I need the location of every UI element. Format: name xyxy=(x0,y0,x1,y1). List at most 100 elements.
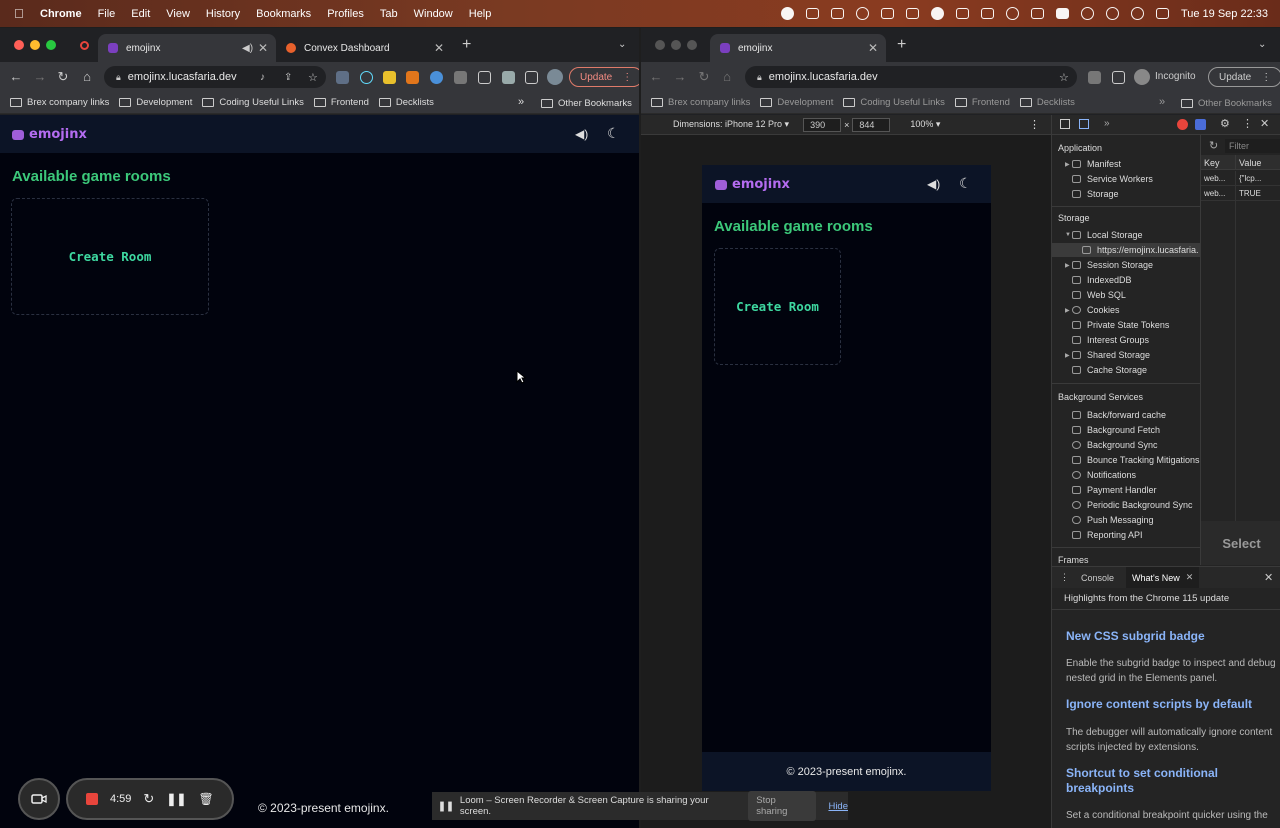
tree-cookies[interactable]: Cookies xyxy=(1072,305,1120,315)
close-tab-icon[interactable]: ✕ xyxy=(434,41,444,55)
table-row[interactable]: web... {"lcp... xyxy=(1201,171,1280,186)
grammarly-icon[interactable] xyxy=(780,7,794,20)
back-icon[interactable]: ← xyxy=(5,69,27,84)
stop-sharing-button[interactable]: Stop sharing xyxy=(748,791,817,821)
reload-icon[interactable]: ↻ xyxy=(693,69,715,85)
tray-calendar-icon[interactable] xyxy=(830,8,844,19)
zoom-window-button[interactable] xyxy=(687,40,697,50)
device-dropdown[interactable]: Dimensions: iPhone 12 Pro ▾ xyxy=(673,119,789,130)
tray-app-icon[interactable] xyxy=(805,8,819,19)
play-icon[interactable] xyxy=(1080,7,1094,20)
tab-search-chevron-icon[interactable]: ⌄ xyxy=(618,39,626,50)
col-value[interactable]: Value xyxy=(1239,158,1261,168)
tree-storage[interactable]: Storage xyxy=(1072,189,1119,199)
bookmark-star-icon[interactable]: ☆ xyxy=(1059,71,1069,84)
lock-icon[interactable]: 🔒︎ xyxy=(116,72,121,83)
bookmark-coding[interactable]: Coding Useful Links xyxy=(202,97,304,108)
tab-whats-new[interactable]: What's New ✕ xyxy=(1126,567,1200,588)
sidepanel-icon[interactable] xyxy=(1112,71,1125,84)
forward-icon[interactable]: → xyxy=(29,69,51,84)
news-title[interactable]: Ignore content scripts by default xyxy=(1066,697,1280,711)
tree-service-workers[interactable]: Service Workers xyxy=(1072,174,1153,184)
control-center-icon[interactable] xyxy=(1155,8,1169,19)
tree-shared-storage[interactable]: Shared Storage xyxy=(1072,350,1150,360)
theme-moon-icon[interactable]: ☾ xyxy=(607,125,620,142)
bookmark-development[interactable]: Development xyxy=(760,97,833,108)
audio-playing-icon[interactable]: ◀) xyxy=(242,43,253,54)
tree-push-messaging[interactable]: Push Messaging xyxy=(1072,515,1154,525)
more-menu-icon[interactable]: ⋮ xyxy=(622,72,632,83)
headphones-icon[interactable] xyxy=(1005,7,1019,20)
menu-history[interactable]: History xyxy=(206,8,240,20)
trash-icon[interactable]: 🗑︎ xyxy=(198,792,213,806)
home-icon[interactable]: ⌂ xyxy=(76,69,98,84)
extension-screen-icon[interactable] xyxy=(336,71,349,84)
issues-badge-icon[interactable] xyxy=(1195,119,1206,130)
tree-bfcache[interactable]: Back/forward cache xyxy=(1072,410,1166,420)
tree-manifest[interactable]: Manifest xyxy=(1072,159,1121,169)
tree-session-storage[interactable]: Session Storage xyxy=(1072,260,1153,270)
drawer-menu-icon[interactable]: ⋮ xyxy=(1060,572,1069,583)
tree-background-sync[interactable]: Background Sync xyxy=(1072,440,1158,450)
device-toolbar-icon[interactable] xyxy=(1079,119,1089,129)
tab-console[interactable]: Console xyxy=(1081,573,1114,583)
menubar-clock[interactable]: Tue 19 Sep 22:33 xyxy=(1181,8,1268,20)
tree-local-storage[interactable]: Local Storage xyxy=(1072,230,1143,240)
menu-file[interactable]: File xyxy=(98,8,116,20)
keyboard-icon[interactable] xyxy=(980,8,994,19)
sound-toggle-icon[interactable]: ◀) xyxy=(575,127,588,141)
screen-icon[interactable] xyxy=(1030,8,1044,19)
extensions-puzzle-icon[interactable] xyxy=(1088,71,1101,84)
eyedropper-icon[interactable] xyxy=(478,71,491,84)
table-row[interactable]: web... TRUE xyxy=(1201,186,1280,201)
tree-websql[interactable]: Web SQL xyxy=(1072,290,1126,300)
close-window-button[interactable] xyxy=(14,40,24,50)
tab-emojinx[interactable]: emojinx ✕ xyxy=(710,34,886,62)
battery-icon[interactable] xyxy=(1055,8,1069,19)
close-window-button[interactable] xyxy=(655,40,665,50)
incognito-icon[interactable] xyxy=(1134,69,1150,85)
reload-icon[interactable]: ↻ xyxy=(52,69,74,85)
bolt-icon[interactable] xyxy=(880,8,894,19)
extensions-puzzle-icon[interactable] xyxy=(502,71,515,84)
sidepanel-icon[interactable] xyxy=(525,71,538,84)
emulation-more-icon[interactable]: ⋮ xyxy=(1029,118,1040,131)
close-tab-icon[interactable]: ✕ xyxy=(868,41,878,55)
create-room-button[interactable]: Create Room xyxy=(11,198,209,315)
new-tab-icon[interactable]: + xyxy=(897,36,906,54)
tab-emojinx[interactable]: emojinx ◀) ✕ xyxy=(98,34,276,62)
incognito-label[interactable]: Incognito xyxy=(1155,71,1196,82)
filter-input[interactable]: Filter xyxy=(1225,139,1280,153)
tree-payment-handler[interactable]: Payment Handler xyxy=(1072,485,1157,495)
device-height-input[interactable]: 844 xyxy=(852,117,891,132)
minimize-window-button[interactable] xyxy=(30,40,40,50)
extension-window-icon[interactable] xyxy=(454,71,467,84)
news-title[interactable]: Shortcut to set conditional breakpoints xyxy=(1066,766,1256,796)
bookmark-decklists[interactable]: Decklists xyxy=(1019,97,1075,108)
bookmark-frontend[interactable]: Frontend xyxy=(954,97,1010,108)
apple-icon[interactable]:  xyxy=(14,6,28,21)
bluetooth-icon[interactable] xyxy=(955,8,969,19)
menu-help[interactable]: Help xyxy=(469,8,492,20)
zoom-dropdown[interactable]: 100% ▾ xyxy=(910,119,940,130)
menu-profiles[interactable]: Profiles xyxy=(327,8,364,20)
pause-share-icon[interactable]: ❚❚ xyxy=(438,801,454,812)
emojinx-logo[interactable]: emojinx xyxy=(12,127,87,142)
profile-avatar[interactable] xyxy=(547,69,563,85)
tree-indexeddb[interactable]: IndexedDB xyxy=(1072,275,1132,285)
bookmark-brex[interactable]: Brex company links xyxy=(651,97,750,108)
create-room-button[interactable]: Create Room xyxy=(714,248,841,365)
search-icon[interactable] xyxy=(1130,7,1144,20)
new-tab-icon[interactable]: + xyxy=(462,36,471,54)
bookmark-decklists[interactable]: Decklists xyxy=(378,97,434,108)
update-button[interactable]: Update ⋮ xyxy=(569,67,639,87)
menu-edit[interactable]: Edit xyxy=(131,8,150,20)
expand-triangle-icon[interactable]: ▶ xyxy=(1065,352,1070,359)
zoom-window-button[interactable] xyxy=(46,40,56,50)
menu-window[interactable]: Window xyxy=(414,8,453,20)
menu-app[interactable]: Chrome xyxy=(40,8,82,20)
minimize-window-button[interactable] xyxy=(671,40,681,50)
lock-icon[interactable]: 🔒︎ xyxy=(757,72,762,83)
restart-icon[interactable]: ↻ xyxy=(143,791,154,807)
react-devtools-icon[interactable] xyxy=(360,71,373,84)
